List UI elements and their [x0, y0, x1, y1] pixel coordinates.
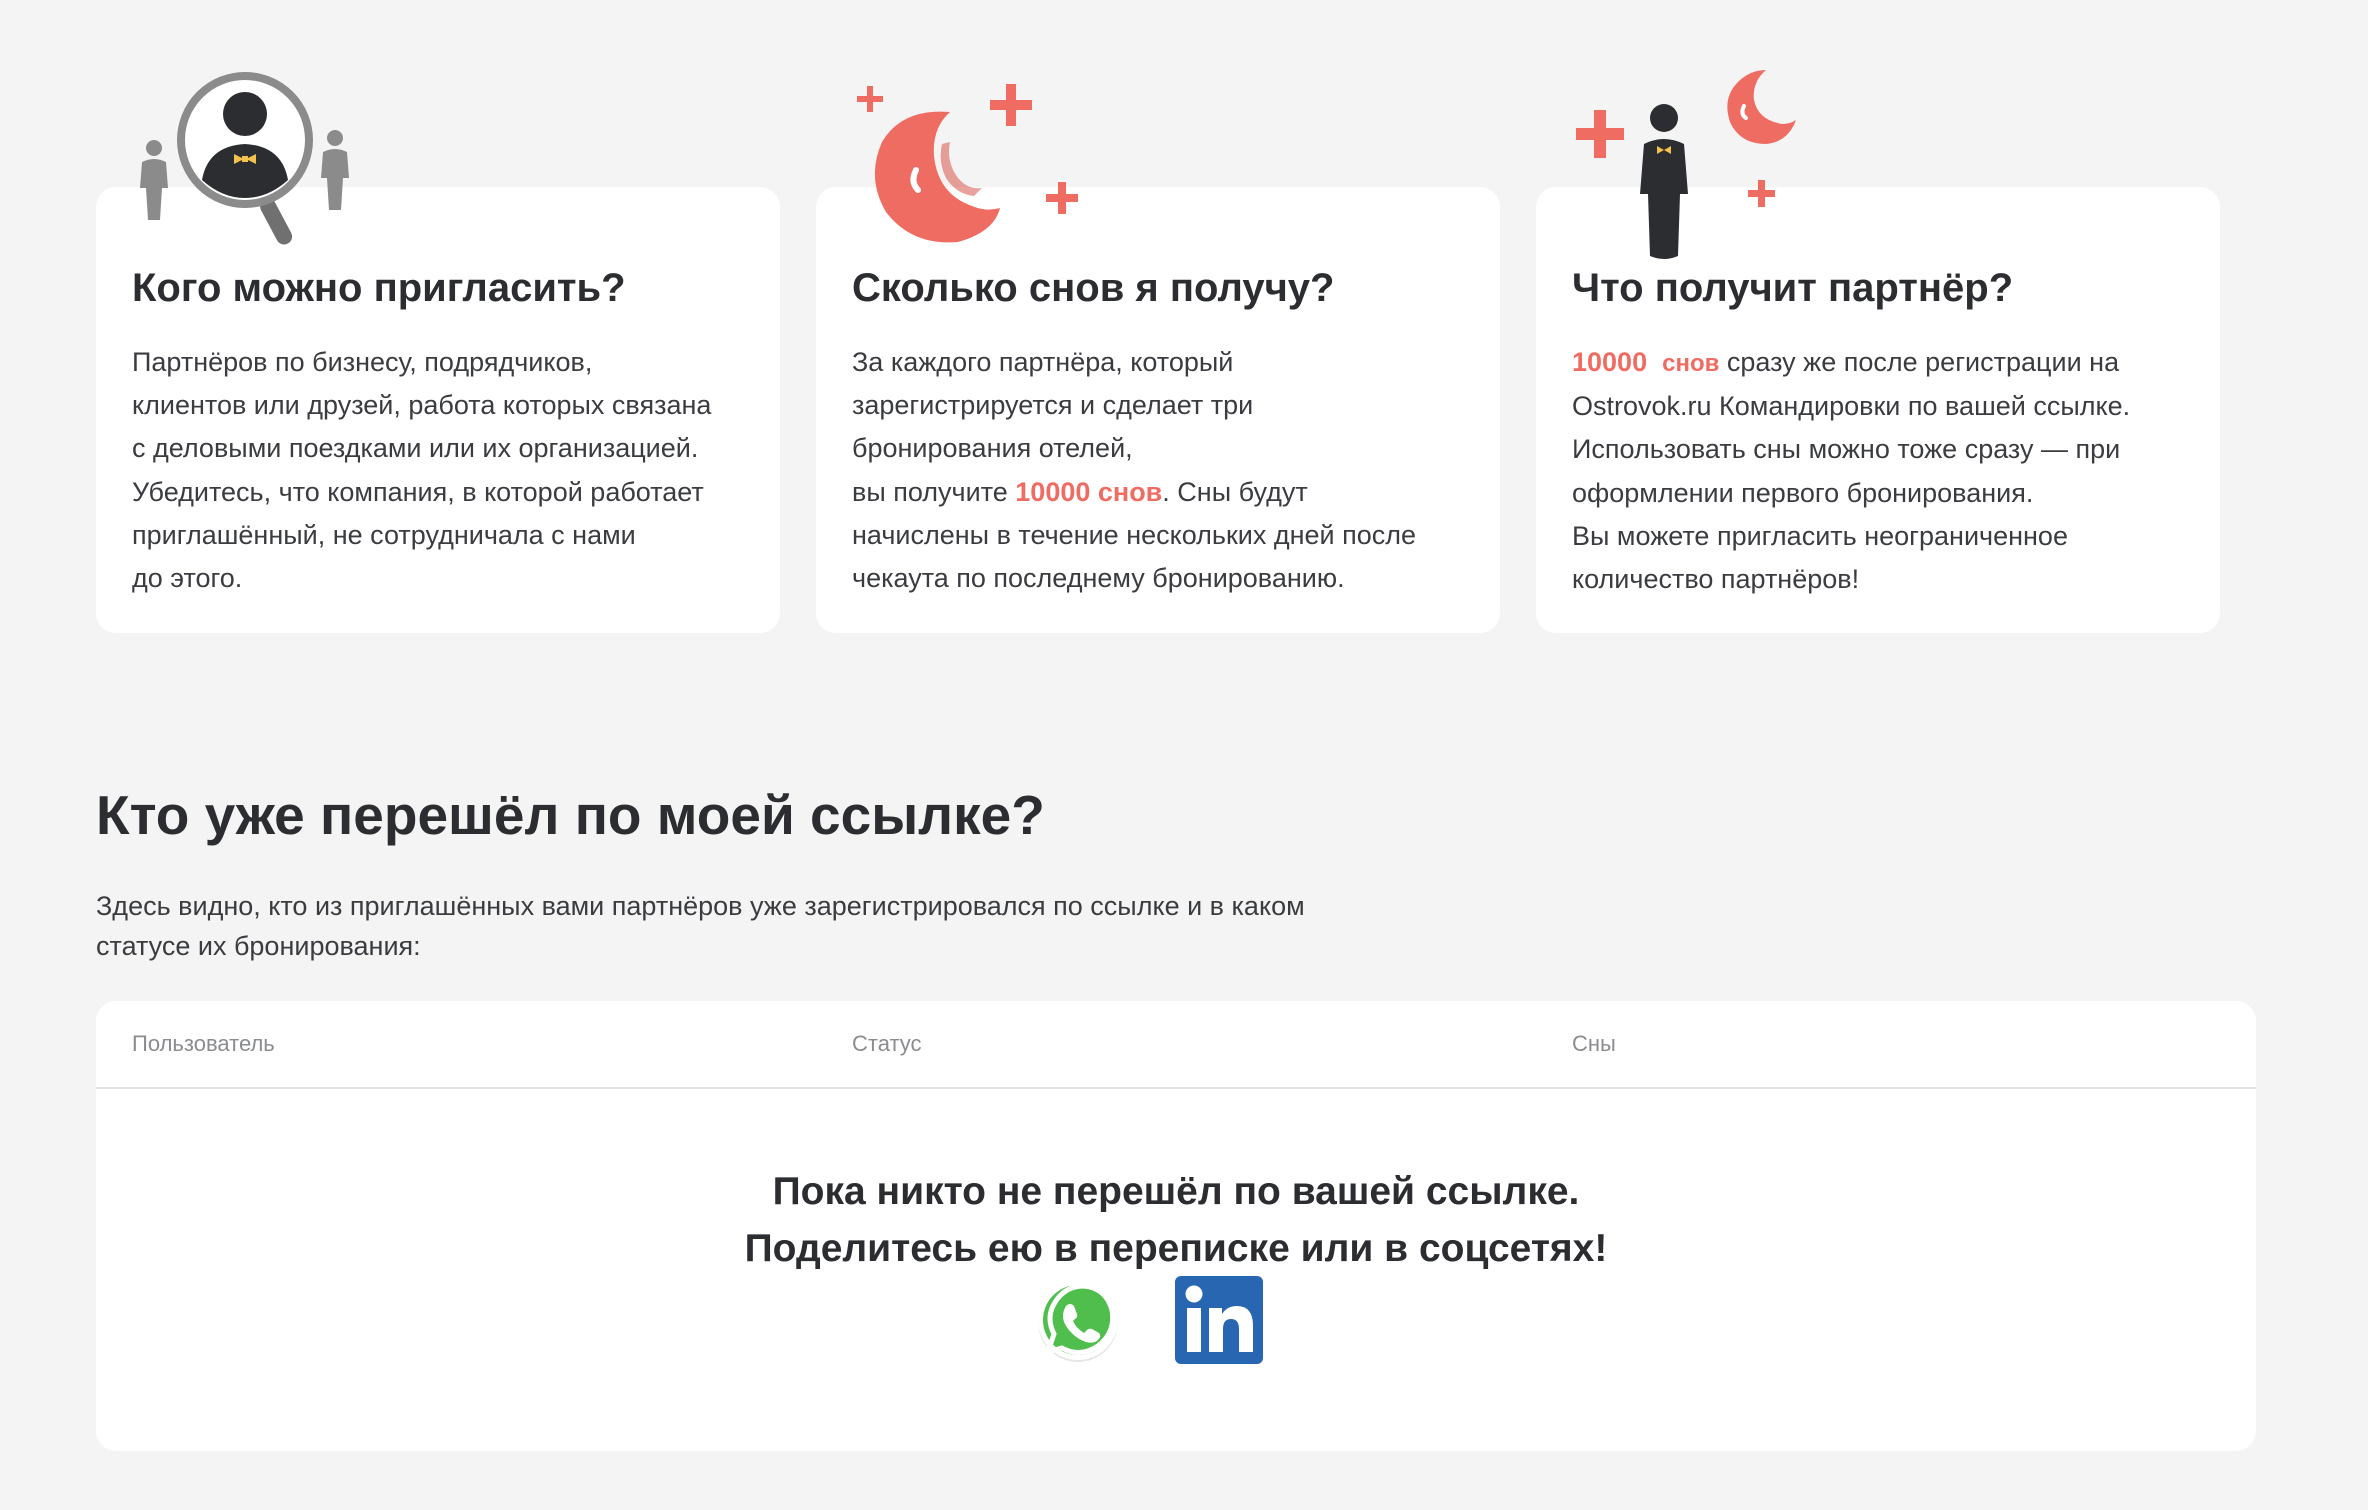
referrals-section-title: Кто уже перешёл по моей ссылке? [96, 784, 1045, 846]
card-text: За каждого партнёра, который зарегистрир… [852, 341, 1472, 600]
card-how-many-dreams: Сколько снов я получу? За каждого партнё… [816, 187, 1500, 633]
card-text-line: Убедитесь, что компания, в которой работ… [132, 476, 704, 507]
card-title: Кого можно пригласить? [132, 266, 626, 310]
description-line: статусе их бронирования: [96, 931, 421, 961]
card-text-line: зарегистрируется и сделает три [852, 390, 1254, 421]
card-text-line: Использовать сны можно тоже сразу — при [1572, 434, 2121, 465]
dreams-amount-highlight: 10000 [1572, 347, 1648, 377]
card-title: Что получит партнёр? [1572, 266, 2014, 310]
card-text-line: чекаута по последнему бронированию. [852, 563, 1345, 594]
magnifier-person-icon [140, 72, 349, 245]
text-fragment: . Сны будут [1162, 476, 1308, 507]
card-text-line: Партнёров по бизнесу, подрядчиков, [132, 347, 593, 377]
empty-state-line: Поделитесь ею в переписке или в соцсетях… [744, 1227, 1608, 1270]
card-text-line: За каждого партнёра, который [852, 347, 1234, 377]
card-text-line: клиентов или друзей, работа которых связ… [132, 390, 712, 421]
card-text-line: Вы можете пригласить неограниченное [1572, 520, 2068, 551]
whatsapp-icon[interactable] [1034, 1276, 1122, 1364]
dreams-amount-highlight: 10000 снов [1015, 476, 1163, 507]
card-text-line: Ostrovok.ru Командировки по вашей ссылке… [1572, 391, 2131, 422]
card-text-line: 10000 снов сразу же после регистрации на [1572, 341, 2192, 385]
text-fragment: сразу же после регистрации на [1719, 347, 2120, 377]
column-header-dreams: Сны [1572, 1031, 1616, 1056]
card-text-line: оформлении первого бронирования. [1572, 477, 2034, 508]
empty-state-line: Пока никто не перешёл по вашей ссылке. [772, 1170, 1580, 1213]
info-cards: Кого можно пригласить? Партнёров по бизн… [96, 0, 2220, 640]
card-title: Сколько снов я получу? [852, 266, 1335, 310]
column-header-status: Статус [852, 1031, 922, 1056]
empty-state-message: Пока никто не перешёл по вашей ссылке. П… [96, 1163, 2256, 1277]
card-text-line: вы получите 10000 снов. Сны будут [852, 471, 1472, 514]
card-text-line: до этого. [132, 563, 243, 594]
text-fragment: вы получите [852, 476, 1016, 507]
card-text-line: с деловыми поездками или их организацией… [132, 433, 699, 464]
moon-stars-icon [857, 84, 1078, 243]
card-text-line: бронирования отелей, [852, 433, 1133, 464]
referrals-section-description: Здесь видно, кто из приглашённых вами па… [96, 886, 1436, 966]
card-text: Партнёров по бизнесу, подрядчиков, клиен… [132, 341, 752, 600]
referrals-table: Пользователь Статус Сны Пока никто не пе… [96, 1001, 2256, 1451]
column-header-user: Пользователь [132, 1031, 275, 1056]
card-text-line: количество партнёров! [1572, 564, 1860, 595]
dreams-word-highlight: снов [1662, 350, 1720, 377]
description-line: Здесь видно, кто из приглашённых вами па… [96, 891, 1305, 921]
card-text-line: приглашённый, не сотрудничала с нами [132, 519, 636, 550]
card-text: 10000 снов сразу же после регистрации на… [1572, 341, 2192, 601]
card-text-line: начислены в течение нескольких дней посл… [852, 519, 1417, 550]
partner-moon-icon [1576, 70, 1796, 259]
linkedin-icon[interactable] [1175, 1276, 1263, 1364]
table-header: Пользователь Статус Сны [96, 1001, 2256, 1089]
